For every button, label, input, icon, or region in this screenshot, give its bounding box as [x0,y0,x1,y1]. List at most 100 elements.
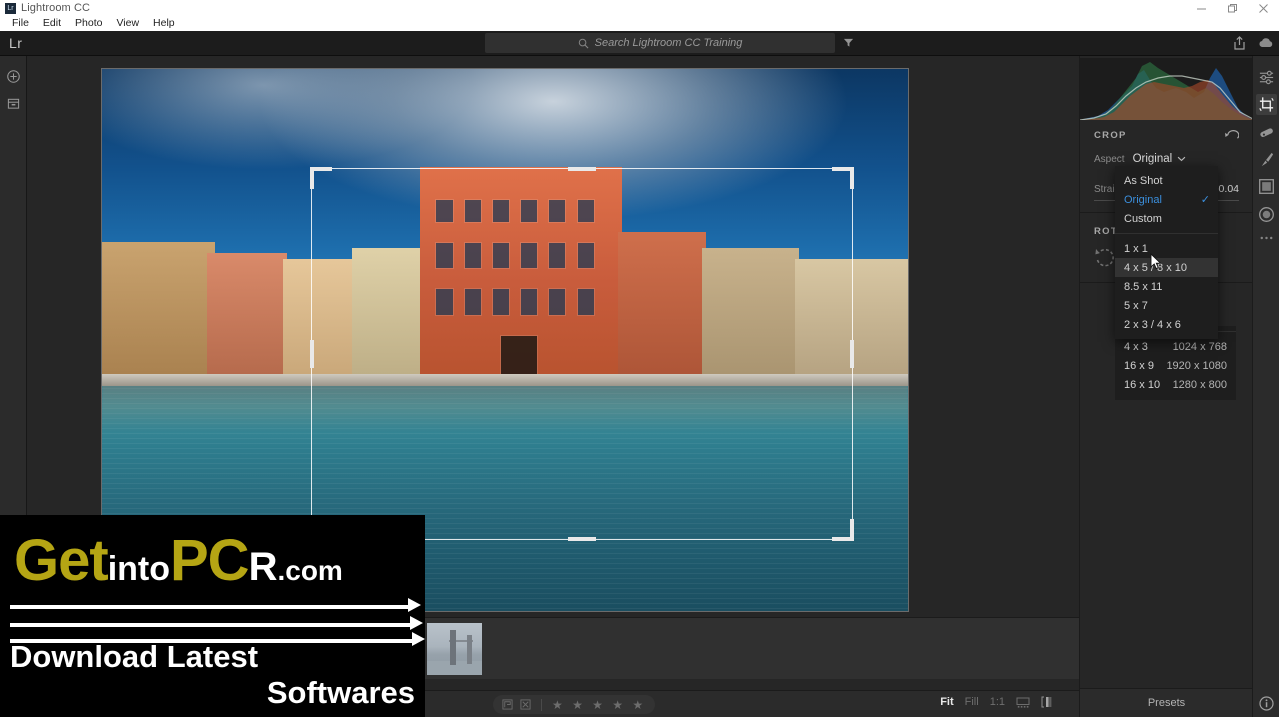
compare-view-icon[interactable] [1041,696,1052,708]
aspect-value[interactable]: Original [1133,153,1173,165]
search-bar[interactable]: Search Lightroom CC Training [485,33,835,53]
dropdown-item-label: 16 x 10 [1124,378,1161,391]
crop-handle-bottom-right[interactable] [850,519,854,541]
crop-handle-right[interactable] [850,340,854,368]
info-icon[interactable] [1259,696,1274,711]
dropdown-item-label: 16 x 9 [1124,359,1154,372]
edit-sliders-icon[interactable] [1258,69,1275,86]
filmstrip-toggle-icon[interactable] [1016,697,1030,708]
share-icon[interactable] [1233,36,1246,50]
dropdown-item-16x9[interactable]: 16 x 9 1920 x 1080 [1115,356,1236,375]
library-icon[interactable] [7,97,20,110]
flag-reject-icon[interactable] [520,699,531,710]
dropdown-item-original[interactable]: Original ✓ [1115,190,1218,209]
dropdown-separator [1115,233,1218,234]
crop-handle-bottom[interactable] [568,537,596,541]
healing-brush-icon[interactable] [1258,124,1275,141]
star-rating[interactable]: ★ ★ ★ ★ ★ [552,698,646,712]
photo-building [206,253,288,378]
app-icon: Lr [5,2,16,14]
dropdown-item-label: Original [1124,193,1162,206]
more-options-icon[interactable] [1258,234,1275,242]
search-icon [578,38,589,48]
brush-icon[interactable] [1258,151,1275,168]
watermark-pc: PC [170,528,250,593]
photo-building [102,242,215,378]
watermark-com: .com [277,555,343,586]
crop-handle-left[interactable] [310,340,314,368]
menu-view[interactable]: View [109,16,146,31]
dropdown-item-dimensions: 1024 x 768 [1172,340,1227,353]
straighten-value[interactable]: -0.04 [1215,183,1239,195]
watermark-brand: GetintoPCR.com [14,527,343,594]
dropdown-item-8.5x11[interactable]: 8.5 x 11 [1115,277,1218,296]
dropdown-item-label: As Shot [1124,174,1163,187]
window-titlebar: Lr Lightroom CC [0,0,1279,16]
crop-handle-top-left[interactable] [310,167,314,189]
aspect-label: Aspect [1094,153,1125,165]
dropdown-item-4x3[interactable]: 4 x 3 1024 x 768 [1115,337,1236,356]
zoom-fit-button[interactable]: Fit [940,696,953,708]
watermark-r: R [248,545,278,589]
menubar: File Edit Photo View Help [0,16,1279,31]
dropdown-item-label: 4 x 3 [1124,340,1148,353]
crop-handle-top-right[interactable] [850,167,854,189]
menu-file[interactable]: File [5,16,36,31]
dropdown-item-5x7[interactable]: 5 x 7 [1115,296,1218,315]
add-photos-icon[interactable] [7,70,20,83]
watermark-overlay: GetintoPCR.com Download Latest Softwares [0,515,425,717]
mouse-cursor [1150,253,1162,270]
dropdown-item-label: 5 x 7 [1124,299,1148,312]
menu-edit[interactable]: Edit [36,16,68,31]
toolbar-divider [541,698,542,711]
dropdown-item-custom[interactable]: Custom [1115,209,1218,228]
dropdown-item-2x3-4x6[interactable]: 2 x 3 / 4 x 6 [1115,315,1218,334]
watermark-line3: Softwares [266,675,415,710]
dropdown-item-label: 2 x 3 / 4 x 6 [1124,318,1181,331]
presets-label[interactable]: Presets [1148,697,1185,709]
crop-title: CROP [1094,129,1127,141]
cloud-icon[interactable] [1258,37,1274,48]
dropdown-item-as-shot[interactable]: As Shot [1115,171,1218,190]
linear-gradient-icon[interactable] [1258,178,1275,195]
right-rail [1252,56,1279,717]
dropdown-item-4x5-8x10[interactable]: 4 x 5 / 8 x 10 [1115,258,1218,277]
window-controls [1186,0,1279,16]
radial-gradient-icon[interactable] [1258,206,1275,223]
watermark-get: Get [14,528,109,593]
chevron-down-icon[interactable] [1177,156,1186,162]
crop-handle-top[interactable] [568,167,596,171]
crop-overlay[interactable] [310,167,854,541]
dropdown-item-label: 1 x 1 [1124,242,1148,255]
aspect-dropdown[interactable]: As Shot Original ✓ Custom 1 x 1 4 x 5 / … [1115,166,1218,339]
reset-icon[interactable] [1224,129,1239,141]
window-title: Lightroom CC [21,2,91,14]
presets-bar[interactable]: Presets [1080,688,1253,717]
zoom-controls: Fit Fill 1:1 [940,696,1052,708]
menu-photo[interactable]: Photo [68,16,109,31]
zoom-fill-button[interactable]: Fill [965,696,979,708]
dropdown-item-label: 8.5 x 11 [1124,280,1163,293]
filmstrip-thumbnail-tower-bridge[interactable] [427,623,482,675]
zoom-1to1-button[interactable]: 1:1 [990,696,1005,708]
menu-help[interactable]: Help [146,16,182,31]
dropdown-item-dimensions: 1920 x 1080 [1166,359,1227,372]
flag-pick-icon[interactable] [502,699,513,710]
restore-button[interactable] [1217,0,1248,16]
close-button[interactable] [1248,0,1279,16]
watermark-line2: Download Latest [10,639,259,674]
lightroom-logo: Lr [9,35,23,51]
dropdown-item-dimensions: 1280 x 800 [1172,378,1227,391]
search-input[interactable]: Search Lightroom CC Training [595,37,743,49]
dropdown-item-16x10[interactable]: 16 x 10 1280 x 800 [1115,375,1236,394]
minimize-button[interactable] [1186,0,1217,16]
crop-icon[interactable] [1256,94,1277,115]
filter-icon[interactable] [843,37,854,48]
crop-section-header: CROP [1080,120,1253,150]
histogram[interactable] [1079,58,1254,121]
flag-and-rating-group: ★ ★ ★ ★ ★ [493,695,656,714]
check-icon: ✓ [1200,194,1210,206]
lightroom-window: Lr Lightroom CC File Edit Photo View Hel… [0,0,1279,717]
dropdown-item-1x1[interactable]: 1 x 1 [1115,239,1218,258]
rotate-left-icon[interactable] [1094,246,1116,268]
